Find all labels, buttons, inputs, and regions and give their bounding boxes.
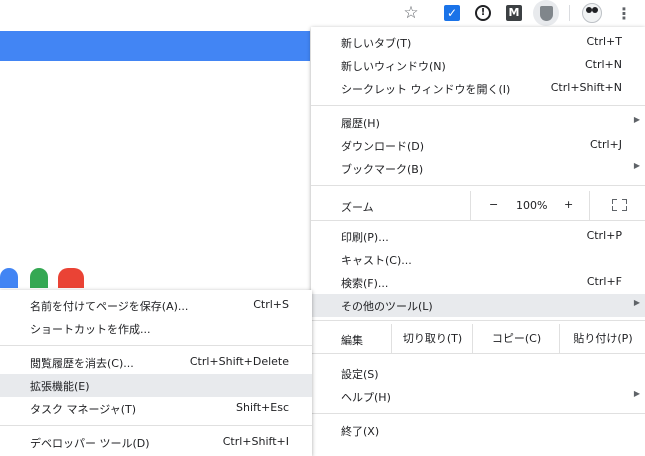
menu-item-label: 印刷(P)...	[341, 231, 389, 244]
checkmark-glyph: ✓	[444, 5, 460, 21]
logo-fragment-red	[58, 268, 84, 288]
zoom-label: ズーム	[341, 201, 374, 214]
zoom-level: 100%	[516, 199, 548, 212]
menu-item-label: 終了(X)	[341, 425, 380, 438]
menu-divider	[0, 345, 312, 346]
menu-item-label: ヘルプ(H)	[341, 391, 391, 404]
info-extension-icon[interactable]: !	[472, 2, 494, 24]
submenu-arrow-icon: ▶	[633, 389, 640, 398]
page-header-bar	[0, 31, 310, 61]
submenu-item-task-manager[interactable]: タスク マネージャ(T) Shift+Esc	[0, 397, 312, 420]
menu-item-shortcut: Ctrl+S	[253, 298, 289, 311]
menu-item-label: 新しいタブ(T)	[341, 37, 412, 50]
submenu-item-extensions[interactable]: 拡張機能(E)	[0, 374, 312, 397]
menu-item-label: 拡張機能(E)	[30, 380, 90, 393]
menu-item-new-tab[interactable]: 新しいタブ(T) Ctrl+T	[311, 31, 645, 54]
menu-item-label: キャスト(C)...	[341, 254, 412, 267]
menu-item-shortcut: Ctrl+F	[586, 275, 622, 288]
logo-fragment-blue	[0, 268, 18, 288]
submenu-item-clear-browsing-data[interactable]: 閲覧履歴を消去(C)... Ctrl+Shift+Delete	[0, 351, 312, 374]
edit-row: 編集 切り取り(T) コピー(C) 貼り付け(P)	[311, 324, 645, 353]
menu-item-shortcut: Ctrl+Shift+Delete	[189, 355, 289, 368]
submenu-arrow-icon: ▶	[633, 298, 640, 307]
menu-divider	[311, 220, 645, 221]
menu-item-shortcut: Ctrl+T	[586, 35, 622, 48]
shield-extension-icon[interactable]	[533, 0, 559, 26]
menu-divider	[0, 425, 312, 426]
menu-item-history[interactable]: 履歴(H) ▶	[311, 111, 645, 134]
menu-item-label: 新しいウィンドウ(N)	[341, 60, 446, 73]
menu-item-more-tools[interactable]: その他のツール(L) ▶	[311, 294, 645, 317]
menu-item-label: ショートカットを作成...	[30, 323, 151, 336]
menu-item-settings[interactable]: 設定(S)	[311, 362, 645, 385]
menu-divider	[311, 413, 645, 414]
browser-toolbar: ☆ ✓ ! M ⋮	[0, 0, 645, 26]
menu-divider	[311, 105, 645, 106]
menu-item-label: 名前を付けてページを保存(A)...	[30, 300, 189, 313]
menu-item-help[interactable]: ヘルプ(H) ▶	[311, 385, 645, 408]
toolbar-divider	[569, 5, 570, 21]
menu-item-cast[interactable]: キャスト(C)...	[311, 248, 645, 271]
menu-item-bookmarks[interactable]: ブックマーク(B) ▶	[311, 157, 645, 180]
menu-item-label: ブックマーク(B)	[341, 163, 424, 176]
checkmark-extension-icon[interactable]: ✓	[441, 2, 463, 24]
info-glyph: !	[475, 5, 491, 21]
submenu-item-developer-tools[interactable]: デベロッパー ツール(D) Ctrl+Shift+I	[0, 431, 312, 454]
menu-item-print[interactable]: 印刷(P)... Ctrl+P	[311, 225, 645, 248]
chrome-main-menu: 新しいタブ(T) Ctrl+T 新しいウィンドウ(N) Ctrl+N シークレッ…	[311, 27, 645, 456]
zoom-controls: − 100% +	[470, 191, 590, 220]
copy-button[interactable]: コピー(C)	[472, 324, 560, 353]
menu-item-exit[interactable]: 終了(X)	[311, 419, 645, 442]
menu-item-shortcut: Shift+Esc	[236, 401, 289, 414]
menu-divider	[311, 320, 645, 321]
menu-item-new-window[interactable]: 新しいウィンドウ(N) Ctrl+N	[311, 54, 645, 77]
profile-avatar-icon[interactable]	[581, 2, 603, 24]
menu-item-label: デベロッパー ツール(D)	[30, 437, 150, 450]
logo-fragment-green	[30, 268, 48, 288]
menu-item-label: その他のツール(L)	[341, 300, 433, 313]
menu-item-downloads[interactable]: ダウンロード(D) Ctrl+J	[311, 134, 645, 157]
menu-item-shortcut: Ctrl+P	[586, 229, 622, 242]
menu-item-label: 検索(F)...	[341, 277, 389, 290]
edit-label: 編集	[341, 334, 363, 347]
menu-divider	[311, 353, 645, 354]
menu-item-find[interactable]: 検索(F)... Ctrl+F	[311, 271, 645, 294]
zoom-in-button[interactable]: +	[564, 198, 573, 211]
m-extension-icon[interactable]: M	[503, 2, 525, 24]
menu-item-label: シークレット ウィンドウを開く(I)	[341, 83, 511, 96]
m-glyph: M	[506, 5, 522, 21]
submenu-arrow-icon: ▶	[633, 115, 640, 124]
menu-item-shortcut: Ctrl+J	[589, 138, 622, 151]
menu-item-incognito[interactable]: シークレット ウィンドウを開く(I) Ctrl+Shift+N	[311, 77, 645, 100]
menu-item-shortcut: Ctrl+Shift+N	[550, 81, 622, 94]
menu-item-label: ダウンロード(D)	[341, 140, 425, 153]
menu-item-label: 履歴(H)	[341, 117, 380, 130]
cut-button[interactable]: 切り取り(T)	[391, 324, 473, 353]
more-tools-submenu: 名前を付けてページを保存(A)... Ctrl+S ショートカットを作成... …	[0, 290, 312, 456]
fullscreen-icon[interactable]	[612, 199, 627, 211]
submenu-arrow-icon: ▶	[633, 161, 640, 170]
zoom-row: ズーム − 100% +	[311, 191, 645, 220]
submenu-item-save-page[interactable]: 名前を付けてページを保存(A)... Ctrl+S	[0, 294, 312, 317]
menu-item-label: タスク マネージャ(T)	[30, 403, 137, 416]
menu-item-label: 閲覧履歴を消去(C)...	[30, 357, 134, 370]
more-menu-icon[interactable]: ⋮	[613, 2, 635, 24]
bookmark-star-icon[interactable]: ☆	[400, 2, 422, 24]
submenu-item-create-shortcut[interactable]: ショートカットを作成...	[0, 317, 312, 340]
menu-item-label: 設定(S)	[341, 368, 379, 381]
menu-item-shortcut: Ctrl+Shift+I	[222, 435, 289, 448]
zoom-out-button[interactable]: −	[489, 198, 498, 211]
menu-divider	[311, 185, 645, 186]
menu-item-shortcut: Ctrl+N	[584, 58, 622, 71]
paste-button[interactable]: 貼り付け(P)	[559, 324, 645, 353]
